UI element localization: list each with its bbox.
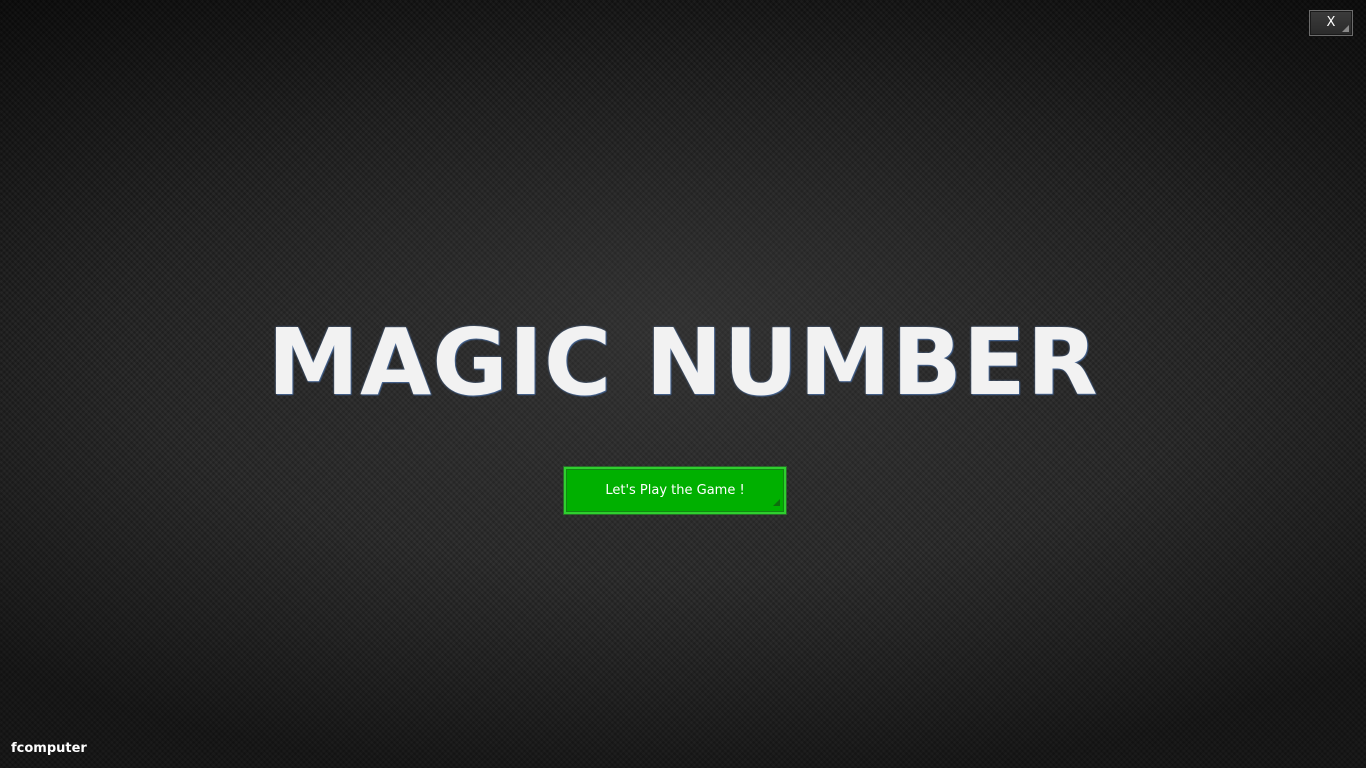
resize-corner-icon [1342, 25, 1349, 32]
game-title: MAGIC NUMBER [267, 309, 1099, 416]
footer-label: fcomputer [11, 741, 87, 756]
play-game-button[interactable]: Let's Play the Game ! [563, 466, 787, 515]
close-button[interactable]: X [1309, 10, 1353, 36]
play-game-button-label: Let's Play the Game ! [605, 483, 745, 498]
resize-corner-icon [773, 499, 780, 506]
close-button-label: X [1326, 15, 1336, 30]
